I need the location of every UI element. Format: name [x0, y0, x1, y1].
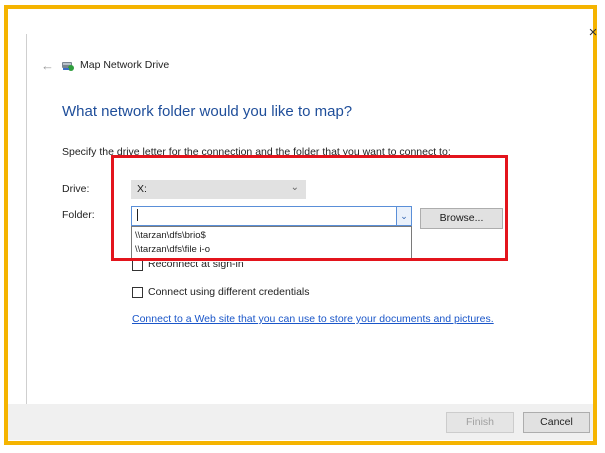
finish-button[interactable]: Finish — [446, 412, 514, 433]
reconnect-checkbox[interactable] — [132, 260, 143, 271]
page-heading: What network folder would you like to ma… — [62, 103, 353, 120]
chevron-down-icon: ⌄ — [290, 182, 299, 193]
drive-label: Drive: — [62, 183, 90, 195]
drive-value: X: — [137, 183, 147, 195]
reconnect-label: Reconnect at sign-in — [148, 258, 244, 270]
network-drive-icon — [62, 62, 74, 71]
window-title: Map Network Drive — [80, 59, 170, 71]
instruction-text: Specify the drive letter for the connect… — [62, 146, 451, 158]
map-network-drive-dialog: × ← Map Network Drive What network folde… — [12, 12, 597, 414]
cancel-button[interactable]: Cancel — [523, 412, 590, 433]
folder-dropdown-button[interactable]: ⌄ — [396, 207, 411, 225]
credentials-checkbox[interactable] — [132, 287, 143, 298]
dialog-footer: Finish Cancel — [8, 404, 593, 440]
back-arrow-icon[interactable]: ← — [41, 58, 54, 73]
drive-select[interactable]: X: ⌄ — [131, 180, 306, 199]
suggestion-item[interactable]: \\tarzan\dfs\file i-o — [135, 244, 210, 255]
text-cursor — [137, 209, 138, 222]
folder-label: Folder: — [62, 209, 95, 221]
folder-suggestion-list: \\tarzan\dfs\brio$ \\tarzan\dfs\file i-o — [131, 226, 412, 259]
close-icon[interactable]: × — [583, 23, 603, 43]
window-edge — [26, 34, 27, 414]
web-storage-link[interactable]: Connect to a Web site that you can use t… — [132, 313, 494, 325]
folder-input[interactable] — [131, 206, 412, 226]
suggestion-item[interactable]: \\tarzan\dfs\brio$ — [135, 230, 206, 241]
browse-button[interactable]: Browse... — [420, 208, 503, 229]
chevron-down-icon: ⌄ — [400, 211, 408, 221]
credentials-label: Connect using different credentials — [148, 286, 310, 298]
